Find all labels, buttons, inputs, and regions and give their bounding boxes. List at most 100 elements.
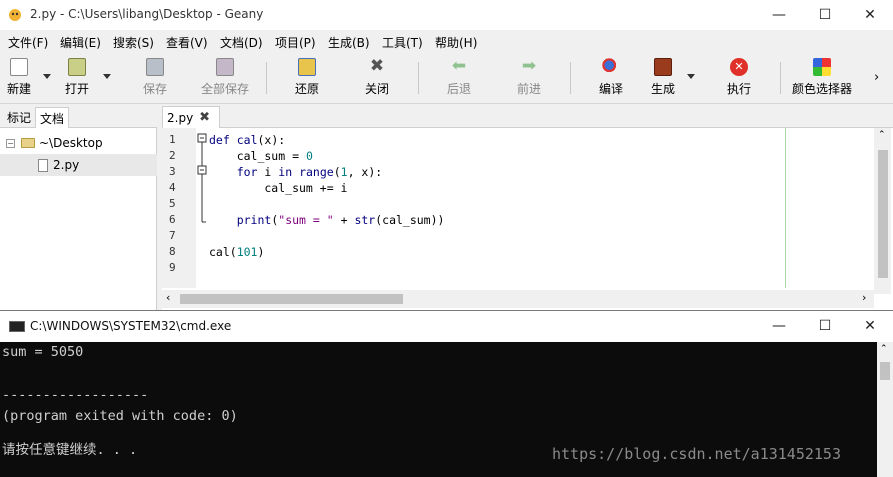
close-file-label: 关闭 — [364, 82, 389, 96]
line-number-gutter: 1 2 3 4 5 6 7 8 9 — [162, 128, 196, 288]
cmd-vertical-scrollbar[interactable]: ⌃ — [877, 342, 893, 477]
editor-tab-bar: 2.py ✖ — [162, 104, 893, 128]
menu-help[interactable]: 帮助(H) — [435, 34, 477, 51]
maximize-icon: ☐ — [818, 7, 832, 23]
collapse-toggle-icon[interactable]: − — [6, 138, 15, 148]
save-button[interactable]: 保存 — [140, 52, 170, 102]
new-file-icon — [10, 58, 28, 76]
save-label: 保存 — [142, 82, 167, 96]
minimize-icon: — — [772, 318, 786, 334]
code-line: cal_sum += i — [209, 181, 348, 195]
compile-button[interactable]: 编译 — [596, 52, 626, 102]
revert-button[interactable]: 还原 — [292, 52, 322, 102]
line-number: 2 — [169, 149, 176, 162]
menu-search[interactable]: 搜索(S) — [113, 34, 154, 51]
back-button[interactable]: ⬅ 后退 — [444, 52, 474, 102]
scroll-up-icon[interactable]: ⌃ — [880, 344, 888, 354]
toolbar-separator — [780, 62, 781, 94]
fold-markers-icon[interactable] — [196, 128, 208, 288]
compile-label: 编译 — [598, 82, 623, 96]
cmd-title-bar: C:\WINDOWS\SYSTEM32\cmd.exe — ☐ ✕ — [0, 311, 893, 342]
menu-project[interactable]: 项目(P) — [275, 34, 316, 51]
file-icon — [38, 158, 48, 172]
color-picker-label: 颜色选择器 — [791, 82, 852, 96]
menu-tools[interactable]: 工具(T) — [382, 34, 423, 51]
cmd-minimize-button[interactable]: — — [756, 311, 802, 341]
new-dropdown-arrow[interactable] — [43, 74, 51, 79]
menu-build[interactable]: 生成(B) — [328, 34, 370, 51]
folder-label: ~\Desktop — [39, 136, 103, 150]
revert-label: 还原 — [294, 82, 319, 96]
code-line: for i in range(1, x): — [236, 165, 383, 179]
tree-folder-desktop[interactable]: − ~\Desktop — [0, 132, 157, 154]
compile-icon — [602, 58, 620, 76]
save-all-icon — [216, 58, 234, 76]
open-button[interactable]: 打开 — [62, 52, 92, 102]
console-line: ------------------ — [2, 387, 149, 403]
save-all-button[interactable]: 全部保存 — [198, 52, 252, 102]
build-dropdown-arrow[interactable] — [687, 74, 695, 79]
toolbar-separator — [570, 62, 571, 94]
menu-file[interactable]: 文件(F) — [8, 34, 48, 51]
title-bar: 2.py - C:\Users\libang\Desktop - Geany —… — [0, 0, 893, 30]
color-picker-button[interactable]: 颜色选择器 — [790, 52, 854, 102]
close-button[interactable]: ✕ — [847, 0, 893, 30]
menu-view[interactable]: 查看(V) — [166, 34, 208, 51]
close-file-button[interactable]: ✖ 关闭 — [362, 52, 392, 102]
tab-documents[interactable]: 文档 — [35, 107, 70, 128]
cmd-close-button[interactable]: ✕ — [847, 311, 893, 341]
tree-file-2py[interactable]: 2.py — [0, 154, 157, 176]
line-number: 8 — [169, 245, 176, 258]
cmd-maximize-button[interactable]: ☐ — [802, 311, 848, 341]
build-label: 生成 — [650, 82, 675, 96]
console-line: (program exited with code: 0) — [2, 408, 238, 424]
maximize-button[interactable]: ☐ — [802, 0, 848, 30]
sidebar-tabs: 标记 文档 — [0, 104, 157, 128]
scroll-right-icon[interactable]: › — [862, 291, 866, 304]
menu-document[interactable]: 文档(D) — [220, 34, 263, 51]
open-folder-icon — [68, 58, 86, 76]
cmd-window-title: C:\WINDOWS\SYSTEM32\cmd.exe — [30, 319, 232, 333]
new-button[interactable]: 新建 — [4, 52, 34, 102]
cmd-window: C:\WINDOWS\SYSTEM32\cmd.exe — ☐ ✕ sum = … — [0, 310, 893, 477]
open-label: 打开 — [64, 82, 89, 96]
editor-vertical-scrollbar[interactable]: ⌃ — [874, 128, 891, 294]
tab-symbols[interactable]: 标记 — [3, 107, 35, 128]
console-line: 请按任意键继续. . . — [2, 442, 138, 458]
sidebar: 标记 文档 − ~\Desktop 2.py — [0, 104, 157, 310]
execute-button[interactable]: ✕ 执行 — [724, 52, 754, 102]
editor-horizontal-scrollbar[interactable]: ‹ › — [162, 290, 874, 308]
minimize-button[interactable]: — — [756, 0, 802, 30]
code-line: cal(101) — [209, 245, 265, 259]
save-icon — [146, 58, 164, 76]
forward-button[interactable]: ➡ 前进 — [514, 52, 544, 102]
build-bricks-icon — [654, 58, 672, 76]
save-all-label: 全部保存 — [200, 82, 249, 96]
editor-tab-2py[interactable]: 2.py ✖ — [162, 106, 220, 128]
line-number: 4 — [169, 181, 176, 194]
editor-tab-label: 2.py — [167, 110, 194, 125]
editor-pane: 2.py ✖ 1 2 3 4 5 6 7 8 9 def cal(x): cal… — [162, 104, 893, 310]
build-button[interactable]: 生成 — [648, 52, 678, 102]
fold-margin — [196, 128, 208, 288]
line-number: 3 — [169, 165, 176, 178]
scrollbar-thumb[interactable] — [880, 362, 890, 380]
cmd-app-icon — [9, 321, 25, 332]
folder-icon — [21, 138, 35, 148]
line-number: 9 — [169, 261, 176, 274]
geany-app-icon — [9, 9, 21, 21]
open-dropdown-arrow[interactable] — [103, 74, 111, 79]
forward-arrow-icon: ➡ — [521, 56, 537, 76]
color-palette-icon — [813, 58, 831, 76]
scrollbar-thumb[interactable] — [180, 294, 403, 304]
scroll-up-icon[interactable]: ⌃ — [878, 130, 886, 140]
scroll-left-icon[interactable]: ‹ — [166, 291, 170, 304]
back-arrow-icon: ⬅ — [451, 56, 467, 76]
menu-edit[interactable]: 编辑(E) — [60, 34, 101, 51]
code-line: def cal(x): — [209, 133, 286, 147]
tab-close-icon[interactable]: ✖ — [199, 110, 210, 125]
scrollbar-thumb[interactable] — [878, 150, 888, 278]
file-label: 2.py — [53, 158, 80, 172]
toolbar-overflow-chevron-icon[interactable]: › — [874, 70, 879, 85]
long-line-marker — [785, 128, 786, 288]
